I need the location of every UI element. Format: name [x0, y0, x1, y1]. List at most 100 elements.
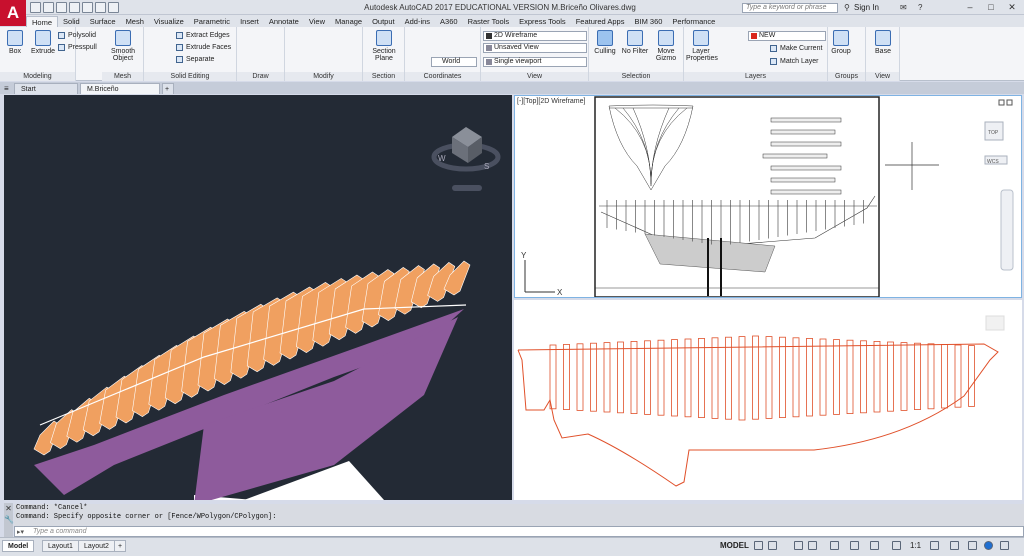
viewport-maximize-icon[interactable]	[1006, 99, 1013, 106]
exchange-icon[interactable]: ✉	[900, 3, 907, 12]
panel-title-selection[interactable]: Selection	[589, 72, 683, 81]
section-plane-button[interactable]: Section Plane	[367, 30, 401, 62]
isolate-icon[interactable]	[950, 541, 959, 550]
viewport-3d[interactable]: W S	[4, 95, 512, 500]
osnap-icon[interactable]	[830, 541, 839, 550]
lineweight-icon[interactable]	[850, 541, 859, 550]
ucs-dropdown[interactable]: World	[431, 57, 477, 67]
layer-properties-button[interactable]: Layer Properties	[686, 30, 718, 62]
presspull-button[interactable]: Presspull	[58, 43, 97, 52]
panel-title-section[interactable]: Section	[363, 72, 404, 81]
layout-tab-layout1[interactable]: Layout1	[42, 540, 79, 552]
close-icon[interactable]: ✕	[1002, 1, 1022, 13]
tab-annotate[interactable]: Annotate	[264, 16, 304, 27]
ucs-menu-button[interactable]	[452, 185, 482, 191]
command-prompt-icon[interactable]: ▸▾	[17, 528, 24, 537]
smooth-object-button[interactable]: Smooth Object	[106, 30, 140, 62]
tab-home[interactable]: Home	[26, 16, 59, 27]
panel-title-solid-editing[interactable]: Solid Editing	[144, 72, 236, 81]
panel-title-groups[interactable]: Groups	[828, 72, 865, 81]
file-tab-start[interactable]: Start	[14, 83, 78, 94]
file-tab-drawing[interactable]: M.Briceño Olivares*×	[80, 83, 160, 104]
panel-title-modeling[interactable]: Modeling	[0, 72, 75, 81]
viewcube-faded[interactable]	[985, 315, 1005, 331]
viewport-restore-icon[interactable]	[998, 99, 1005, 106]
tab-visualize[interactable]: Visualize	[149, 16, 189, 27]
viewport-top[interactable]: [-][Top][2D Wireframe] Y X TOP WCS	[514, 95, 1022, 298]
clean-screen-icon[interactable]	[984, 541, 993, 550]
layer-dropdown[interactable]: NEW	[748, 31, 826, 41]
workspace-icon[interactable]	[930, 541, 939, 550]
extrude-button[interactable]: Extrude	[30, 30, 56, 55]
make-current-button[interactable]: Make Current	[770, 44, 822, 53]
add-layout-button[interactable]: +	[114, 540, 127, 552]
app-menu-icon[interactable]: ≡	[4, 84, 9, 93]
search-input[interactable]: Type a keyword or phrase	[742, 3, 838, 13]
hull-3d-model[interactable]: W S	[4, 95, 512, 500]
new-tab-button[interactable]: +	[162, 83, 174, 94]
autocad-logo[interactable]: A	[0, 0, 26, 26]
undo-icon[interactable]	[95, 2, 106, 13]
layout-tab-model[interactable]: Model	[2, 540, 35, 552]
tab-insert[interactable]: Insert	[235, 16, 264, 27]
search-icon[interactable]: ⚲	[844, 3, 850, 12]
navigation-bar[interactable]	[1000, 189, 1014, 271]
panel-title-layers[interactable]: Layers	[684, 72, 827, 81]
tab-add-ins[interactable]: Add-ins	[400, 16, 435, 27]
panel-title-mesh[interactable]: Mesh	[102, 72, 143, 81]
tab-performance[interactable]: Performance	[667, 16, 720, 27]
base-button[interactable]: Base	[871, 30, 895, 55]
layout-tab-layout2[interactable]: Layout2	[78, 540, 115, 552]
maximize-icon[interactable]: □	[981, 1, 1001, 13]
open-icon[interactable]	[43, 2, 54, 13]
extract-edges-button[interactable]: Extract Edges	[176, 31, 230, 40]
panel-title-modify[interactable]: Modify	[285, 72, 362, 81]
annotation-icon[interactable]	[870, 541, 879, 550]
tab-a360[interactable]: A360	[435, 16, 463, 27]
customize-icon[interactable]	[1000, 541, 1009, 550]
panel-title-view[interactable]: View	[481, 72, 588, 81]
panel-title-view2[interactable]: View	[866, 72, 899, 81]
model-space-toggle[interactable]: MODEL	[720, 541, 749, 550]
box-button[interactable]: Box	[4, 30, 26, 55]
panel-title-coordinates[interactable]: Coordinates	[405, 72, 480, 81]
plot-icon[interactable]	[82, 2, 93, 13]
annotation-scale[interactable]: 1:1	[910, 541, 921, 550]
snap-icon[interactable]	[768, 541, 777, 550]
viewcube[interactable]: W S	[431, 127, 501, 191]
tab-surface[interactable]: Surface	[85, 16, 121, 27]
save-as-icon[interactable]	[69, 2, 80, 13]
tab-bim-360[interactable]: BIM 360	[629, 16, 667, 27]
close-command-icon[interactable]: ✕	[4, 503, 13, 514]
saved-view-dropdown[interactable]: Unsaved View	[483, 43, 587, 53]
match-layer-button[interactable]: Match Layer	[770, 57, 819, 66]
move-gizmo-button[interactable]: Move Gizmo	[652, 30, 680, 62]
viewcube-2d[interactable]: TOP WCS	[984, 121, 1008, 165]
group-button[interactable]: Group	[831, 30, 851, 55]
save-icon[interactable]	[56, 2, 67, 13]
command-input[interactable]: ▸▾ Type a command	[14, 526, 1024, 537]
new-icon[interactable]	[30, 2, 41, 13]
hardware-acceleration-icon[interactable]	[968, 541, 977, 550]
command-settings-icon[interactable]: 🔧	[4, 514, 14, 525]
annotation-scale-icon[interactable]	[892, 541, 901, 550]
sign-in-link[interactable]: Sign In	[854, 3, 879, 12]
grid-icon[interactable]	[754, 541, 763, 550]
tab-mesh[interactable]: Mesh	[121, 16, 149, 27]
extrude-faces-button[interactable]: Extrude Faces	[176, 43, 231, 52]
ortho-icon[interactable]	[794, 541, 803, 550]
tab-manage[interactable]: Manage	[330, 16, 367, 27]
redo-icon[interactable]	[108, 2, 119, 13]
help-icon[interactable]: ?	[918, 3, 922, 12]
culling-button[interactable]: Culling	[592, 30, 618, 55]
tab-raster-tools[interactable]: Raster Tools	[463, 16, 515, 27]
tab-featured-apps[interactable]: Featured Apps	[571, 16, 630, 27]
viewport-profile[interactable]	[514, 300, 1022, 500]
polar-icon[interactable]	[808, 541, 817, 550]
tab-solid[interactable]: Solid	[58, 16, 85, 27]
tab-parametric[interactable]: Parametric	[189, 16, 235, 27]
viewport-config-dropdown[interactable]: Single viewport	[483, 57, 587, 67]
tab-output[interactable]: Output	[367, 16, 400, 27]
tab-view[interactable]: View	[304, 16, 330, 27]
visual-style-dropdown[interactable]: 2D Wireframe	[483, 31, 587, 41]
